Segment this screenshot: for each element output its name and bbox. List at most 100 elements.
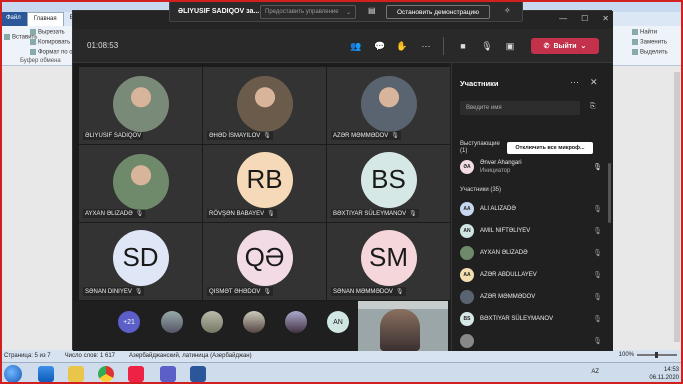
participant-tile[interactable]: BS BƏXTIYAR SÜLEYMANOV 🎙 bbox=[327, 145, 450, 222]
start-button[interactable] bbox=[4, 365, 22, 383]
scissors-icon bbox=[30, 29, 36, 35]
participant-name: SƏNAN MƏMMƏDOV 🎙 bbox=[331, 287, 406, 296]
leave-button[interactable]: ✆ Выйти ⌄ bbox=[531, 38, 599, 54]
language-indicator[interactable]: AZ bbox=[591, 369, 599, 375]
select-button[interactable]: Выделить bbox=[632, 49, 668, 56]
participants-icon[interactable]: 👥 bbox=[349, 39, 363, 53]
muted-mic-icon: 🎙 bbox=[593, 206, 602, 213]
teams-icon[interactable] bbox=[160, 366, 176, 382]
ie-icon[interactable] bbox=[38, 366, 54, 382]
chrome-icon[interactable] bbox=[98, 366, 114, 382]
minimize-icon[interactable]: — bbox=[559, 14, 567, 23]
attendees-label: Участники (35) bbox=[460, 187, 502, 193]
attendee-avatar: AA bbox=[460, 268, 474, 282]
muted-mic-icon: 🎙 bbox=[263, 133, 271, 139]
participant-tile[interactable]: ƏLIYUSIF SADIQOV bbox=[79, 67, 202, 144]
status-language[interactable]: Азербайджанский, латиница (Азербайджан) bbox=[129, 353, 252, 359]
attendee-item[interactable]: BS BƏXTIYAR SÜLEYMANOV 🎙 bbox=[460, 311, 608, 329]
share-link-icon[interactable]: ⎘ bbox=[590, 103, 596, 111]
attendee-item[interactable]: AZƏR MƏMMƏDOV 🎙 bbox=[460, 289, 608, 307]
copy-button[interactable]: Копировать bbox=[30, 39, 70, 46]
participant-tile[interactable]: ƏHƏD İSMAYILOV 🎙 bbox=[203, 67, 326, 144]
muted-mic-icon: 🎙 bbox=[593, 272, 602, 279]
participant-search-input[interactable]: Введите имя bbox=[460, 101, 580, 115]
status-page[interactable]: Страница: 5 из 7 bbox=[4, 353, 51, 359]
find-icon bbox=[632, 29, 638, 35]
give-control-dropdown[interactable]: Предоставить управление ⌄ bbox=[260, 5, 356, 19]
stop-presenting-button[interactable]: Остановить демонстрацию bbox=[386, 5, 490, 19]
participant-tile[interactable]: AYXAN ƏLIZADƏ 🎙 bbox=[79, 145, 202, 222]
self-person bbox=[380, 309, 420, 351]
participant-name-text: SƏNAN DINIYEV bbox=[85, 289, 132, 295]
word-tab-file[interactable]: Файл bbox=[0, 12, 27, 26]
media-icon[interactable] bbox=[128, 366, 144, 382]
presenter-item[interactable]: ƏA Ənvər Ahangari Инициатор 🎙 bbox=[460, 159, 608, 177]
participant-tile[interactable]: QƏ QISMƏT ƏHƏDOV 🎙 bbox=[203, 223, 326, 300]
explorer-icon[interactable] bbox=[68, 366, 84, 382]
panel-close-icon[interactable]: ✕ bbox=[590, 77, 598, 88]
maximize-icon[interactable]: ☐ bbox=[581, 14, 588, 23]
participant-name: SƏNAN DINIYEV 🎙 bbox=[83, 287, 145, 296]
attendee-item[interactable]: 🎙 bbox=[460, 333, 608, 351]
phone-icon: ✆ bbox=[543, 43, 550, 50]
participant-tile[interactable]: RB RÖVŞƏN BABAYEV 🎙 bbox=[203, 145, 326, 222]
word-tab-home[interactable]: Главная bbox=[26, 12, 64, 26]
desktop: Файл Главная Вс Вставить Вырезать Копиро… bbox=[0, 0, 683, 384]
participant-avatar[interactable] bbox=[243, 311, 265, 333]
participant-avatar[interactable] bbox=[161, 311, 183, 333]
participant-initials[interactable]: AN bbox=[327, 311, 349, 333]
microphone-icon: 🎙 bbox=[593, 164, 602, 171]
presenter-name: Ənvər Ahangari bbox=[480, 160, 522, 166]
chat-icon[interactable]: 💬 bbox=[373, 39, 387, 53]
more-options-icon[interactable]: ⋯ bbox=[419, 39, 433, 53]
pin-icon[interactable]: ✧ bbox=[504, 6, 511, 15]
cut-label: Вырезать bbox=[38, 29, 65, 36]
status-words[interactable]: Число слов: 1 617 bbox=[65, 353, 115, 359]
word-statusbar: Страница: 5 из 7 Число слов: 1 617 Азерб… bbox=[0, 350, 683, 362]
presenter-avatar: ƏA bbox=[460, 160, 474, 174]
video-stage: ƏLIYUSIF SADIQOV ƏHƏD İSMAYILOV 🎙 AZƏR MƏMM… bbox=[73, 63, 450, 301]
word-icon[interactable] bbox=[190, 366, 206, 382]
leave-label: Выйти bbox=[553, 42, 577, 50]
word-scrollbar[interactable] bbox=[674, 72, 680, 342]
raise-hand-icon[interactable]: ✋ bbox=[395, 39, 409, 53]
zoom-control[interactable]: 100% bbox=[619, 352, 677, 358]
participant-tile[interactable]: SM SƏNAN MƏMMƏDOV 🎙 bbox=[327, 223, 450, 300]
clock-date: 06.11.2020 bbox=[649, 375, 679, 381]
cut-button[interactable]: Вырезать bbox=[30, 29, 65, 36]
panel-scrollbar[interactable] bbox=[608, 163, 611, 223]
participant-tile[interactable]: SD SƏNAN DINIYEV 🎙 bbox=[79, 223, 202, 300]
window-controls: — ☐ ✕ bbox=[559, 14, 609, 23]
microphone-icon[interactable]: 🎙 bbox=[480, 39, 494, 53]
attendee-item[interactable]: AA ALI ALIZADƏ 🎙 bbox=[460, 201, 608, 219]
attendee-item[interactable]: AA AZƏR ABDULLAYEV 🎙 bbox=[460, 267, 608, 285]
camera-icon[interactable]: ■ bbox=[456, 39, 470, 53]
participant-tile[interactable]: AZƏR MƏMMƏDOV 🎙 bbox=[327, 67, 450, 144]
overflow-count[interactable]: +21 bbox=[118, 311, 140, 333]
attendee-item[interactable]: AN AMIL NIFTƏLIYEV 🎙 bbox=[460, 223, 608, 241]
participant-name: BƏXTIYAR SÜLEYMANOV 🎙 bbox=[331, 209, 419, 218]
zoom-slider[interactable] bbox=[637, 352, 677, 358]
participant-photo bbox=[360, 75, 417, 132]
muted-mic-icon: 🎙 bbox=[593, 228, 602, 235]
replace-button[interactable]: Заменить bbox=[632, 39, 667, 46]
find-button[interactable]: Найти bbox=[632, 29, 657, 36]
participant-avatar[interactable] bbox=[285, 311, 307, 333]
close-icon[interactable]: ✕ bbox=[602, 14, 609, 23]
self-video[interactable] bbox=[358, 301, 448, 351]
chat-icon[interactable]: ▤ bbox=[368, 6, 376, 15]
participant-avatar[interactable] bbox=[201, 311, 223, 333]
participant-initials: SM bbox=[360, 229, 417, 286]
attendee-name: AZƏR MƏMMƏDOV bbox=[480, 294, 536, 300]
panel-more-icon[interactable]: ⋯ bbox=[570, 77, 579, 88]
format-painter-button[interactable]: Формат по о bbox=[30, 49, 73, 56]
attendee-avatar: AA bbox=[460, 202, 474, 216]
share-screen-icon[interactable]: ▣ bbox=[503, 39, 517, 53]
format-label: Формат по о bbox=[38, 49, 73, 56]
clock[interactable]: 14:53 06.11.2020 bbox=[649, 366, 679, 382]
mute-all-button[interactable]: Отключить все микроф... bbox=[507, 142, 593, 154]
attendee-avatar: AN bbox=[460, 224, 474, 238]
toolbar-divider bbox=[443, 37, 444, 55]
attendee-item[interactable]: AYXAN ƏLIZADƏ 🎙 bbox=[460, 245, 608, 263]
attendee-name: ALI ALIZADƏ bbox=[480, 206, 516, 212]
